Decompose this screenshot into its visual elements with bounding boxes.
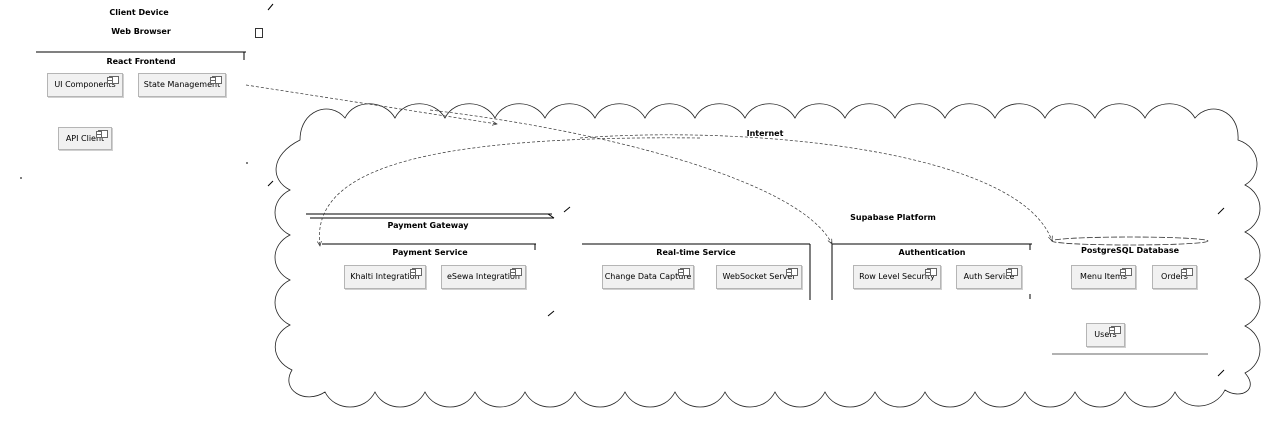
web-browser-title: Web Browser [111, 27, 171, 36]
component-icon [786, 268, 798, 276]
component-icon [1006, 268, 1018, 276]
component-icon [510, 268, 522, 276]
change-data-capture-box[interactable]: Change Data Capture [602, 265, 694, 289]
api-client-box[interactable]: API Client [58, 127, 112, 150]
component-icon [1181, 268, 1193, 276]
menu-items-box[interactable]: Menu Items [1071, 265, 1136, 289]
row-level-security-box[interactable]: Row Level Security [853, 265, 941, 289]
khalti-integration-box[interactable]: Khalti Integration [344, 265, 426, 289]
component-icon [96, 130, 108, 138]
authentication-title: Authentication [898, 248, 966, 257]
component-icon [107, 76, 119, 84]
users-box[interactable]: Users [1086, 323, 1125, 347]
auth-service-box[interactable]: Auth Service [956, 265, 1022, 289]
esewa-integration-box[interactable]: eSewa Integration [441, 265, 526, 289]
react-frontend-title: React Frontend [106, 57, 176, 66]
supabase-platform-title: Supabase Platform [850, 213, 936, 222]
payment-service-title: Payment Service [392, 248, 468, 257]
realtime-service-title: Real-time Service [656, 248, 736, 257]
payment-gateway-title: Payment Gateway [387, 221, 469, 230]
component-icon [410, 268, 422, 276]
component-icon [1120, 268, 1132, 276]
postgresql-database-title: PostgreSQL Database [1080, 246, 1180, 255]
websocket-server-box[interactable]: WebSocket Server [716, 265, 802, 289]
component-icon [1109, 326, 1121, 334]
component-icon [678, 268, 690, 276]
orders-box[interactable]: Orders [1152, 265, 1197, 289]
deployment-diagram [20, 3, 1261, 408]
internet-title: Internet [746, 129, 784, 138]
client-device-title: Client Device [109, 8, 169, 17]
component-icon [210, 76, 222, 84]
ui-components-box[interactable]: UI Components [47, 73, 123, 97]
component-icon [925, 268, 937, 276]
document-icon [255, 28, 263, 38]
state-management-box[interactable]: State Management [138, 73, 226, 97]
